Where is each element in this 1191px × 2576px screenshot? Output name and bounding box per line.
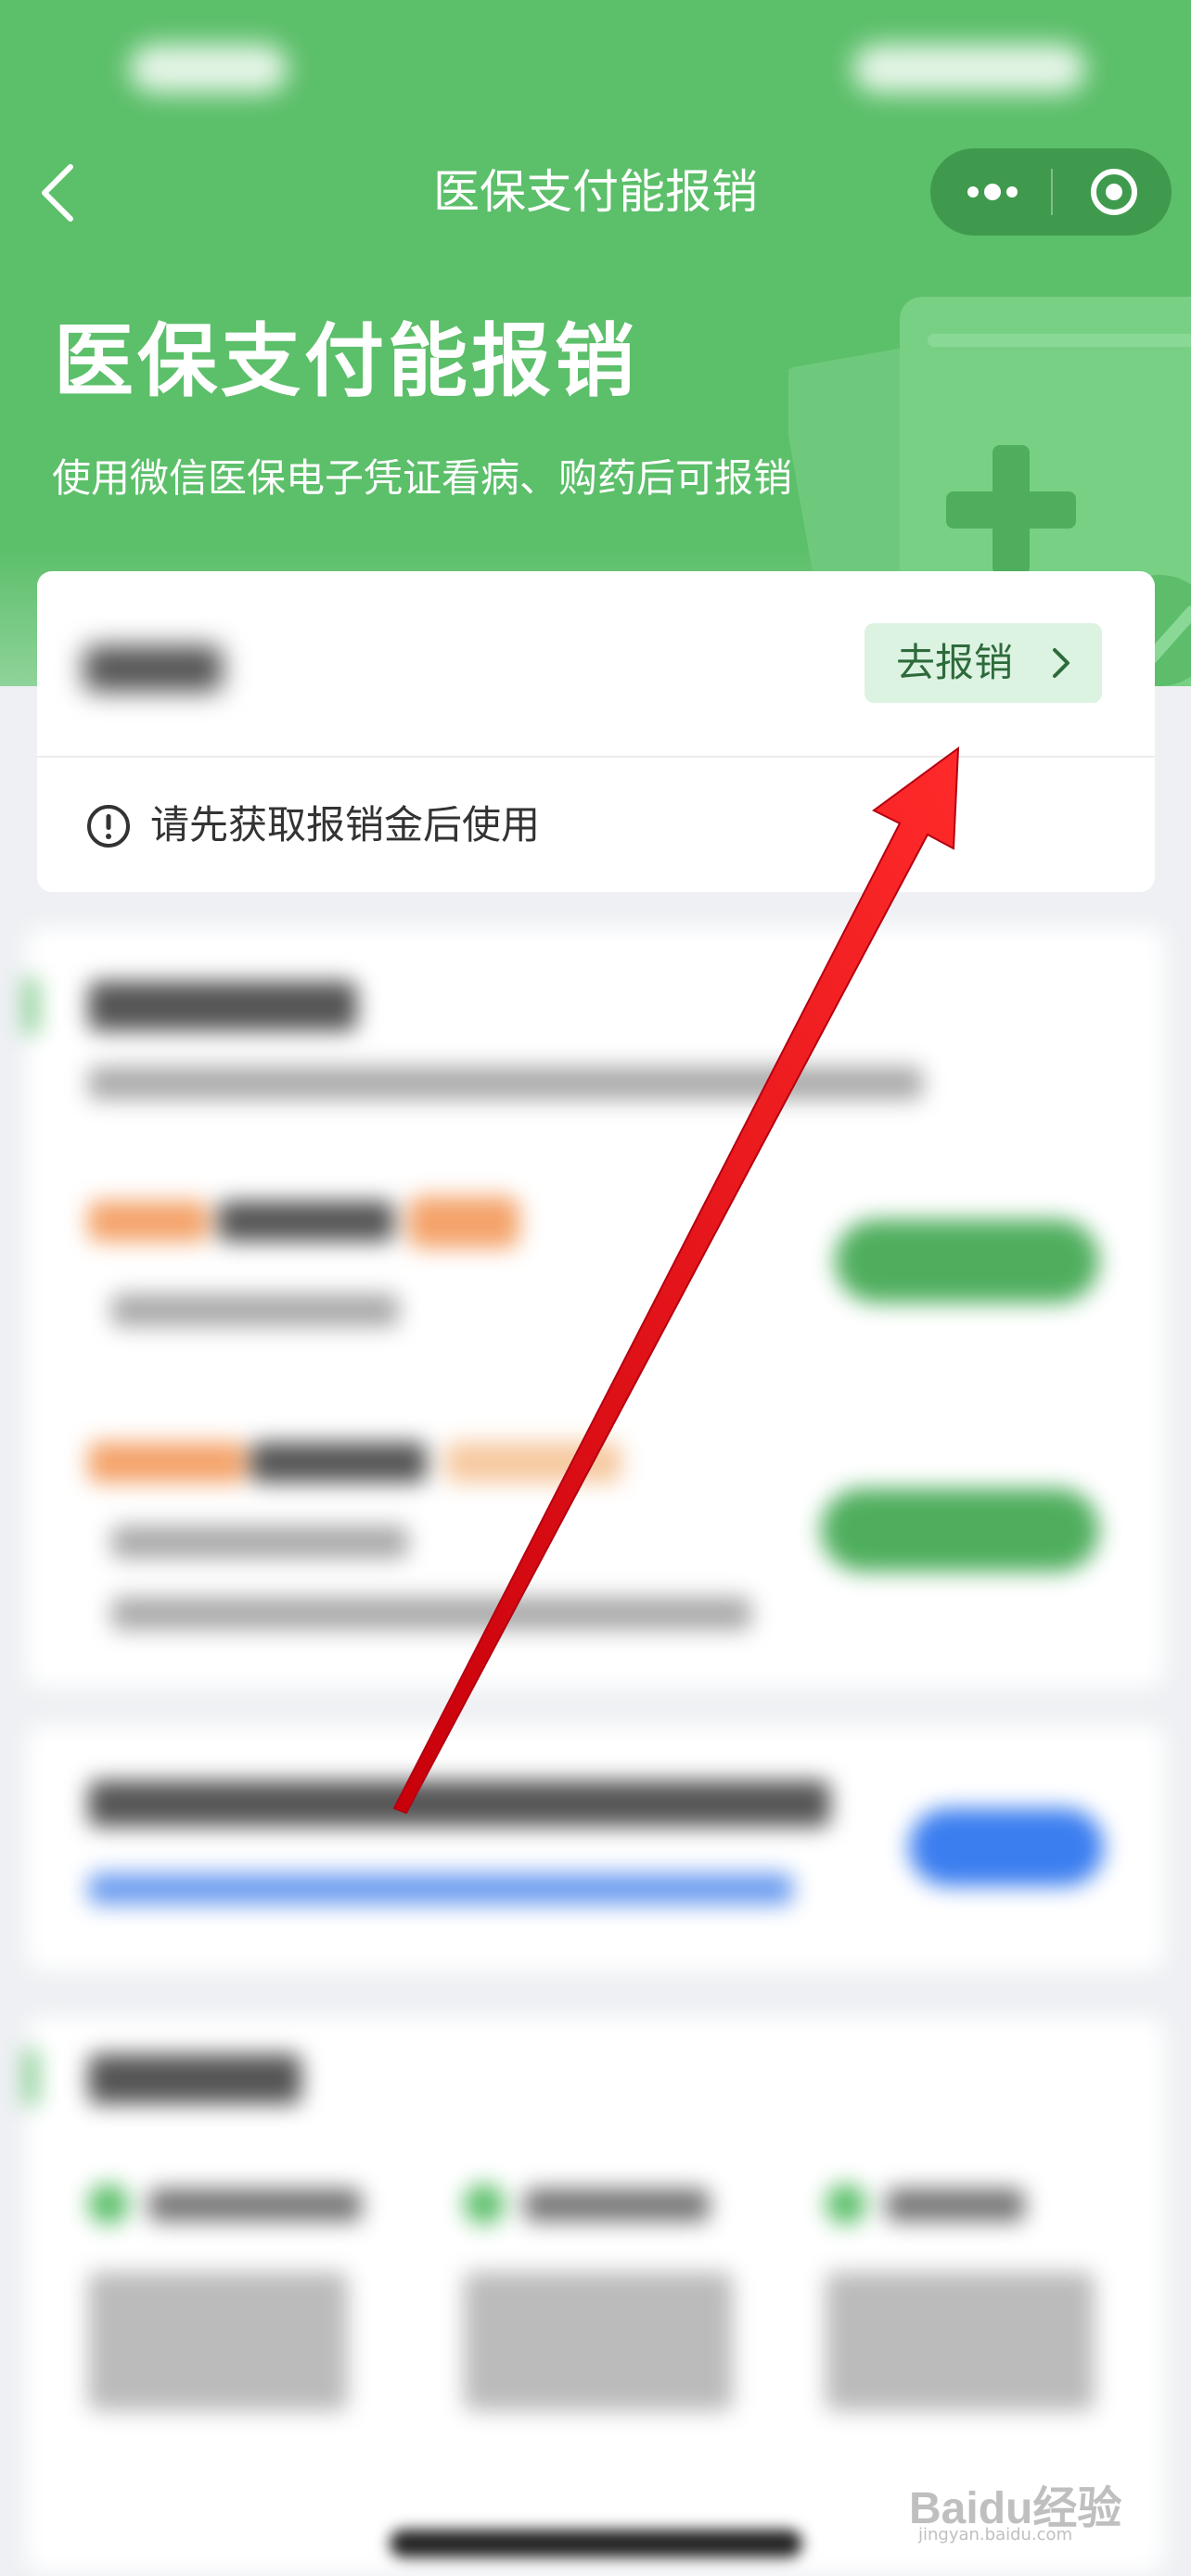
watermark-url: jingyan.baidu.com — [918, 2525, 1073, 2544]
baidu-jingyan-watermark: Baidu经验 jingyan.baidu.com — [909, 2462, 1150, 2545]
red-arrow-annotation — [392, 746, 960, 1815]
home-indicator — [390, 2530, 802, 2557]
